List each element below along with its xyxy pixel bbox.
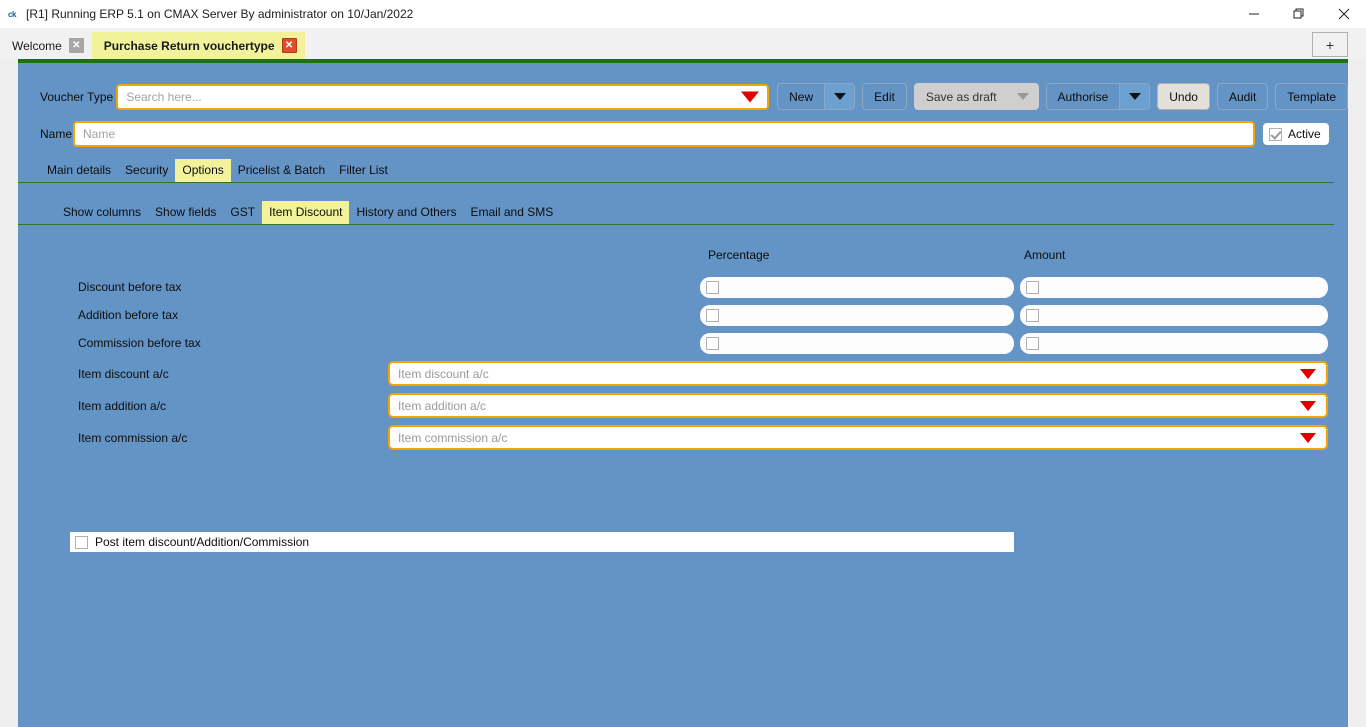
- row-item-addition-ac: Item addition a/c Item addition a/c: [18, 393, 1348, 425]
- chevron-down-icon[interactable]: [741, 91, 759, 102]
- name-placeholder: Name: [83, 127, 115, 141]
- tab-email-and-sms[interactable]: Email and SMS: [464, 201, 561, 224]
- item-discount-panel: Percentage Amount Discount before tax Ad…: [18, 225, 1348, 457]
- window-controls: [1231, 0, 1366, 28]
- placeholder-text: Item addition a/c: [398, 399, 486, 413]
- tab-close-icon[interactable]: ✕: [282, 38, 297, 53]
- discount-before-tax-percentage-field[interactable]: [700, 277, 1014, 298]
- tab-gst[interactable]: GST: [223, 201, 262, 224]
- placeholder-text: Item discount a/c: [398, 367, 489, 381]
- row-label: Commission before tax: [78, 336, 201, 350]
- new-tab-button[interactable]: +: [1312, 32, 1348, 57]
- save-as-draft-dropdown-icon[interactable]: [1008, 84, 1038, 109]
- new-button-label: New: [778, 84, 824, 109]
- row-label: Item addition a/c: [78, 399, 166, 413]
- row-label: Item discount a/c: [78, 367, 169, 381]
- tab-item-discount[interactable]: Item Discount: [262, 201, 349, 224]
- voucher-type-label: Voucher Type: [40, 90, 116, 104]
- voucher-type-row: Voucher Type Search here... New Edit Sav…: [18, 63, 1348, 110]
- main-tab-row: Main details Security Options Pricelist …: [18, 159, 1334, 183]
- authorise-dropdown-icon[interactable]: [1119, 84, 1149, 109]
- new-dropdown-icon[interactable]: [824, 84, 854, 109]
- checkbox-icon[interactable]: [75, 536, 88, 549]
- sub-tab-row: Show columns Show fields GST Item Discou…: [18, 201, 1334, 225]
- addition-before-tax-percentage-field[interactable]: [700, 305, 1014, 326]
- item-commission-ac-input[interactable]: Item commission a/c: [388, 425, 1328, 450]
- name-input[interactable]: Name: [73, 121, 1255, 147]
- template-button[interactable]: Template: [1275, 83, 1348, 110]
- row-label: Addition before tax: [78, 308, 178, 322]
- row-label: Item commission a/c: [78, 431, 187, 445]
- restore-icon[interactable]: [1276, 0, 1321, 28]
- voucher-type-search-input[interactable]: Search here...: [116, 84, 769, 110]
- undo-button[interactable]: Undo: [1157, 83, 1210, 110]
- item-addition-ac-input[interactable]: Item addition a/c: [388, 393, 1328, 418]
- tab-strip: Welcome ✕ Purchase Return vouchertype ✕ …: [0, 28, 1366, 59]
- row-commission-before-tax: Commission before tax: [18, 329, 1348, 357]
- checkbox-icon[interactable]: [706, 281, 719, 294]
- tab-history-and-others[interactable]: History and Others: [349, 201, 463, 224]
- save-as-draft-button[interactable]: Save as draft: [914, 83, 1039, 110]
- tab-pricelist-and-batch[interactable]: Pricelist & Batch: [231, 159, 332, 182]
- toolbar: New Edit Save as draft Authorise Undo Au…: [777, 83, 1348, 110]
- active-label: Active: [1288, 127, 1321, 141]
- tab-options[interactable]: Options: [175, 159, 230, 182]
- window-title-bar: ck [R1] Running ERP 5.1 on CMAX Server B…: [0, 0, 1366, 28]
- window-title: [R1] Running ERP 5.1 on CMAX Server By a…: [26, 7, 413, 21]
- chevron-down-icon[interactable]: [1300, 369, 1316, 379]
- tab-welcome[interactable]: Welcome ✕: [0, 32, 92, 59]
- row-label: Discount before tax: [78, 280, 181, 294]
- post-item-discount-label: Post item discount/Addition/Commission: [95, 535, 309, 549]
- tab-label: Welcome: [12, 39, 62, 53]
- placeholder-text: Item commission a/c: [398, 431, 507, 445]
- commission-before-tax-amount-field[interactable]: [1020, 333, 1328, 354]
- app-body: Voucher Type Search here... New Edit Sav…: [18, 59, 1348, 727]
- checkbox-icon[interactable]: [1026, 309, 1039, 322]
- close-icon[interactable]: [1321, 0, 1366, 28]
- active-checkbox[interactable]: Active: [1263, 123, 1329, 145]
- tab-filter-list[interactable]: Filter List: [332, 159, 395, 182]
- tab-purchase-return-vouchertype[interactable]: Purchase Return vouchertype ✕: [92, 32, 305, 59]
- name-row: Name Name Active: [18, 110, 1348, 147]
- commission-before-tax-percentage-field[interactable]: [700, 333, 1014, 354]
- column-header-percentage: Percentage: [708, 248, 769, 262]
- chevron-down-icon[interactable]: [1300, 401, 1316, 411]
- new-button[interactable]: New: [777, 83, 855, 110]
- tab-main-details[interactable]: Main details: [40, 159, 118, 182]
- tab-show-columns[interactable]: Show columns: [56, 201, 148, 224]
- voucher-type-placeholder: Search here...: [126, 90, 201, 104]
- column-header-amount: Amount: [1024, 248, 1065, 262]
- tab-show-fields[interactable]: Show fields: [148, 201, 223, 224]
- app-icon: ck: [4, 6, 20, 22]
- authorise-button[interactable]: Authorise: [1046, 83, 1151, 110]
- tab-label: Purchase Return vouchertype: [104, 39, 275, 53]
- discount-before-tax-amount-field[interactable]: [1020, 277, 1328, 298]
- authorise-label: Authorise: [1047, 84, 1120, 109]
- tab-close-icon[interactable]: ✕: [69, 38, 84, 53]
- save-as-draft-label: Save as draft: [915, 84, 1008, 109]
- checkbox-icon[interactable]: [1026, 337, 1039, 350]
- chevron-down-icon[interactable]: [1300, 433, 1316, 443]
- item-discount-ac-input[interactable]: Item discount a/c: [388, 361, 1328, 386]
- addition-before-tax-amount-field[interactable]: [1020, 305, 1328, 326]
- minimize-icon[interactable]: [1231, 0, 1276, 28]
- row-item-commission-ac: Item commission a/c Item commission a/c: [18, 425, 1348, 457]
- row-item-discount-ac: Item discount a/c Item discount a/c: [18, 361, 1348, 393]
- row-discount-before-tax: Discount before tax: [18, 273, 1348, 301]
- checkbox-icon[interactable]: [1026, 281, 1039, 294]
- app-wrapper: Voucher Type Search here... New Edit Sav…: [0, 59, 1366, 727]
- checkbox-icon[interactable]: [706, 337, 719, 350]
- post-item-discount-option[interactable]: Post item discount/Addition/Commission: [70, 532, 1014, 552]
- row-addition-before-tax: Addition before tax: [18, 301, 1348, 329]
- name-label: Name: [40, 127, 73, 141]
- tab-security[interactable]: Security: [118, 159, 175, 182]
- audit-button[interactable]: Audit: [1217, 83, 1268, 110]
- checkbox-icon[interactable]: [706, 309, 719, 322]
- checkbox-icon[interactable]: [1269, 128, 1282, 141]
- edit-button[interactable]: Edit: [862, 83, 907, 110]
